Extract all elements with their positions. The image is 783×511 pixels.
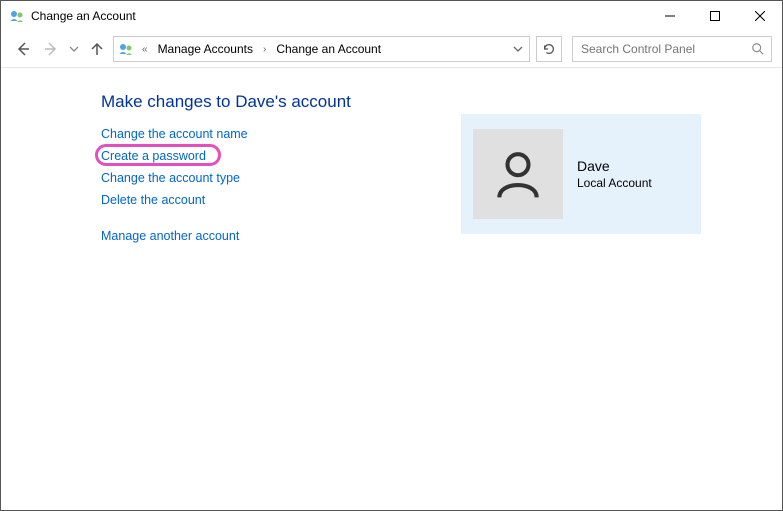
search-box[interactable] — [572, 36, 772, 62]
address-bar[interactable]: « Manage Accounts › Change an Account — [113, 36, 530, 62]
link-delete-account[interactable]: Delete the account — [101, 192, 205, 208]
breadcrumb-item[interactable]: Manage Accounts — [156, 42, 255, 56]
refresh-button[interactable] — [536, 36, 562, 62]
maximize-button[interactable] — [692, 1, 737, 31]
address-dropdown-button[interactable] — [509, 37, 527, 61]
link-change-account-name[interactable]: Change the account name — [101, 126, 248, 142]
user-accounts-icon — [118, 41, 134, 57]
link-manage-another-account[interactable]: Manage another account — [101, 228, 239, 244]
window-title: Change an Account — [31, 9, 136, 23]
search-input[interactable] — [579, 41, 751, 57]
content-area: Make changes to Dave's account Change th… — [1, 68, 782, 274]
breadcrumb-overflow[interactable]: « — [138, 44, 152, 55]
link-change-account-type[interactable]: Change the account type — [101, 170, 240, 186]
person-icon — [490, 146, 546, 202]
minimize-button[interactable] — [647, 1, 692, 31]
search-icon — [751, 42, 765, 56]
navigation-bar: « Manage Accounts › Change an Account — [1, 31, 782, 67]
close-button[interactable] — [737, 1, 782, 31]
up-button[interactable] — [85, 37, 109, 61]
account-type: Local Account — [577, 176, 652, 190]
avatar — [473, 129, 563, 219]
link-create-password[interactable]: Create a password — [101, 148, 206, 164]
titlebar: Change an Account — [1, 1, 782, 31]
user-accounts-icon — [9, 8, 25, 24]
recent-locations-button[interactable] — [67, 37, 81, 61]
page-title: Make changes to Dave's account — [101, 92, 421, 112]
forward-button[interactable] — [39, 37, 63, 61]
breadcrumb-item[interactable]: Change an Account — [274, 42, 383, 56]
account-info: Dave Local Account — [577, 158, 652, 190]
back-button[interactable] — [11, 37, 35, 61]
account-tile: Dave Local Account — [461, 114, 701, 234]
actions-column: Make changes to Dave's account Change th… — [101, 92, 421, 250]
chevron-right-icon: › — [259, 44, 270, 55]
account-name: Dave — [577, 158, 652, 174]
